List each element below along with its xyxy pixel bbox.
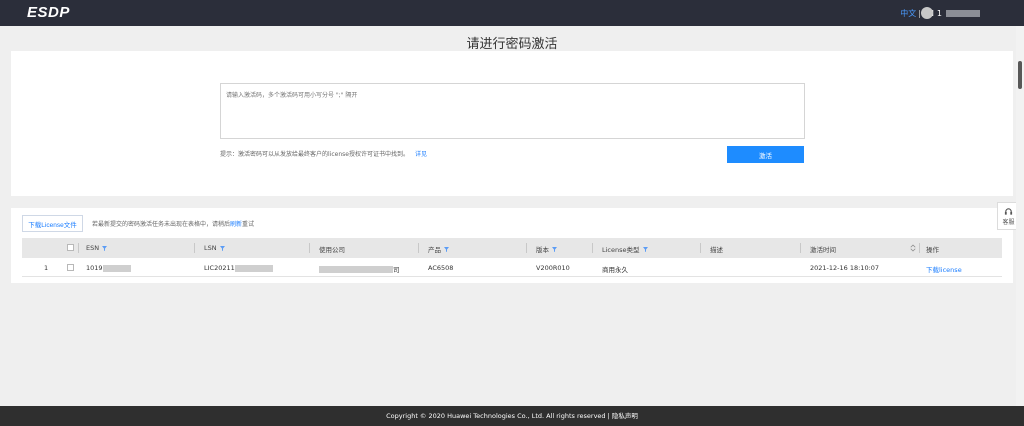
cell-company: 司	[319, 264, 400, 274]
page-title: 请进行密码激活	[466, 37, 558, 52]
column-license-type-label: License类型	[602, 246, 640, 254]
table-note: 若最新提交的密码激活任务未出现在表格中，请稍后刷新重试	[92, 219, 254, 228]
cell-lsn: LIC20211	[204, 264, 273, 272]
lang-zh-link[interactable]: 中文	[900, 9, 916, 18]
row-index: 1	[44, 264, 49, 272]
column-divider	[194, 243, 195, 253]
cell-lsn-text: LIC20211	[204, 264, 235, 272]
redacted-text	[102, 264, 131, 272]
column-divider	[919, 243, 920, 253]
cell-license-type: 商用永久	[602, 266, 628, 274]
column-divider	[592, 243, 593, 253]
table-row: 1 1019 LIC20211 司 AC6508 V200R010 商用永久 2…	[22, 259, 1002, 277]
column-divider	[800, 243, 801, 253]
hint-text: 提示：激活密码可以从发放给最终客户的license授权许可证书中找到。	[220, 151, 409, 158]
column-divider	[309, 243, 310, 253]
filter-icon[interactable]	[444, 246, 449, 252]
cell-version: V200R010	[536, 264, 570, 272]
cell-company-text: 司	[393, 266, 400, 274]
column-version[interactable]: 版本	[536, 244, 557, 254]
license-table-panel: 下载License文件 若最新提交的密码激活任务未出现在表格中，请稍后刷新重试 …	[11, 208, 1013, 283]
column-lsn-label: LSN	[204, 244, 217, 252]
column-description: 描述	[710, 244, 723, 254]
cell-activated-at: 2021-12-16 18:10:07	[810, 264, 880, 272]
column-divider	[700, 243, 701, 253]
column-product[interactable]: 产品	[428, 244, 449, 254]
column-product-label: 产品	[428, 246, 441, 254]
download-license-link[interactable]: 下载license	[926, 264, 962, 274]
redacted-text	[234, 264, 273, 272]
headset-icon	[1004, 207, 1013, 215]
sort-icon[interactable]	[910, 244, 916, 252]
cell-esn-text: 1019	[86, 264, 103, 272]
note-text: 若最新提交的密码激活任务未出现在表格中，请稍后	[92, 221, 231, 228]
filter-icon[interactable]	[102, 245, 108, 251]
avatar[interactable]	[920, 7, 933, 19]
column-activated-at-label: 激活时间	[810, 246, 836, 254]
row-checkbox[interactable]	[67, 264, 74, 271]
username: 1	[936, 8, 942, 18]
column-lsn[interactable]: LSN	[204, 244, 225, 252]
username-redacted	[946, 9, 980, 17]
table-header: ESN LSN 使用公司 产品 版本 License类型 描述 激活时间 操作	[22, 238, 1002, 258]
filter-icon[interactable]	[219, 245, 225, 251]
filter-icon[interactable]	[642, 246, 648, 252]
activation-hint: 提示：激活密码可以从发放给最终客户的license授权许可证书中找到。 详见	[220, 149, 427, 158]
user-menu[interactable]: 1	[920, 7, 980, 19]
column-divider	[418, 243, 419, 253]
column-company-label: 使用公司	[319, 246, 345, 254]
footer-copyright: Copyright © 2020 Huawei Technologies Co.…	[386, 412, 606, 420]
column-company: 使用公司	[319, 244, 345, 254]
column-esn-label: ESN	[86, 244, 100, 252]
activation-panel: 提示：激活密码可以从发放给最终客户的license授权许可证书中找到。详见 激活	[11, 51, 1013, 196]
activation-code-input[interactable]	[220, 83, 805, 139]
column-esn[interactable]: ESN	[86, 244, 108, 252]
filter-icon[interactable]	[552, 246, 557, 252]
column-actions-label: 操作	[926, 246, 939, 254]
column-activated-at[interactable]: 激活时间	[810, 244, 836, 254]
hint-details-link[interactable]: 详见	[415, 151, 427, 158]
scrollbar-thumb[interactable]	[1018, 61, 1022, 89]
cell-product: AC6508	[428, 264, 454, 272]
activate-button[interactable]: 激活	[727, 146, 804, 163]
footer: Copyright © 2020 Huawei Technologies Co.…	[0, 406, 1024, 426]
column-divider	[78, 243, 79, 253]
top-bar: ESDP 中文|EN 1	[0, 0, 1024, 26]
column-description-label: 描述	[710, 246, 723, 254]
column-version-label: 版本	[536, 246, 549, 254]
refresh-link[interactable]: 刷新	[230, 221, 242, 228]
column-divider	[526, 243, 527, 253]
cell-actions: 下载license	[926, 264, 962, 274]
select-all-checkbox[interactable]	[67, 244, 74, 251]
customer-service-label: 客服	[1002, 218, 1015, 226]
column-license-type[interactable]: License类型	[602, 244, 648, 254]
cell-esn: 1019	[86, 264, 131, 272]
download-license-file-button[interactable]: 下载License文件	[22, 215, 83, 232]
column-actions: 操作	[926, 244, 939, 254]
privacy-link[interactable]: 隐私声明	[612, 412, 638, 420]
note-suffix: 重试	[242, 221, 255, 228]
redacted-text	[319, 265, 393, 273]
esdp-logo[interactable]: ESDP	[27, 4, 70, 21]
